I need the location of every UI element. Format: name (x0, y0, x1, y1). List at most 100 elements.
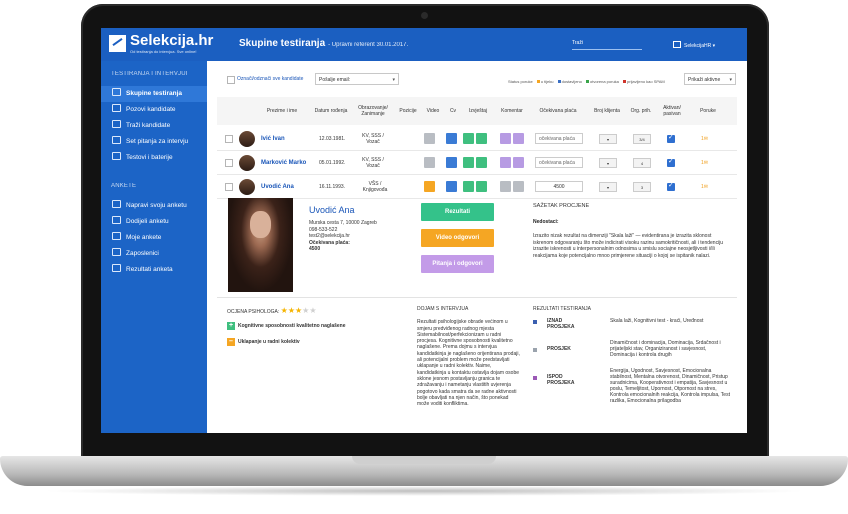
select-all-checkbox[interactable] (227, 76, 235, 84)
plus-icon: + (227, 322, 235, 330)
avatar (239, 178, 255, 195)
row-checkbox[interactable] (225, 134, 233, 143)
user-icon (673, 41, 681, 48)
candidate-edu: KV, SSS / Vozač (362, 156, 384, 169)
comment-icon[interactable] (500, 181, 511, 192)
sidebar-item-testovi[interactable]: Testovi i baterije (101, 150, 207, 166)
comment-edit-icon[interactable] (513, 157, 524, 168)
comment-icon[interactable] (500, 133, 511, 144)
sidebar-item-label: Rezultati anketa (126, 266, 173, 273)
table-row[interactable]: Ivić Ivan 12.03.1981. KV, SSS / Vozač oč… (217, 127, 737, 151)
mail-icon[interactable]: ✉ (704, 136, 708, 142)
result-label: PROSJEK (547, 346, 571, 352)
top-bar: Selekcija.hr Od testiranja do intervjua.… (101, 28, 747, 61)
col-name[interactable]: Prezime i ime (255, 97, 309, 125)
rating-row: OCJENA PSIHOLOGA: ★★★★★ (227, 306, 317, 315)
table-row[interactable]: Uvodić Ana 16.11.1993. VŠS / Knjigovođa … (217, 175, 737, 199)
org-select[interactable]: 4 (633, 157, 651, 168)
sidebar-item-dodijeli-anketu[interactable]: Dodijeli anketu (101, 214, 207, 230)
video-icon[interactable] (424, 133, 435, 144)
candidate-name[interactable]: Ivić Ivan (261, 136, 285, 142)
rating-stars[interactable]: ★★★★★ (281, 306, 317, 315)
row-checkbox[interactable] (225, 158, 233, 167)
sidebar: TESTIRANJA I INTERVJUI Skupine testiranj… (101, 61, 207, 433)
evaluation-section: OCJENA PSIHOLOGA: ★★★★★ + Kognitivne spos… (217, 297, 737, 433)
send-email-select[interactable]: Pošalje email: (315, 73, 399, 86)
video-icon[interactable] (424, 157, 435, 168)
detail-name: Uvodić Ana (309, 205, 355, 215)
rating-label: OCJENA PSIHOLOGA: (227, 309, 280, 315)
sidebar-item-moje-ankete[interactable]: Moje ankete (101, 230, 207, 246)
active-checkbox[interactable] (667, 133, 675, 143)
table-row[interactable]: Marković Marko 05.01.1992. KV, SSS / Voz… (217, 151, 737, 175)
active-checkbox[interactable] (667, 181, 675, 191)
show-active-select[interactable]: Prikaži aktivne (684, 73, 736, 86)
cv-icon[interactable] (446, 157, 457, 168)
select-all-label[interactable]: Označi/odznači sve kandidate (237, 76, 303, 82)
search-input[interactable]: Traži (572, 40, 642, 50)
sidebar-item-pozovi[interactable]: Pozovi kandidate (101, 102, 207, 118)
legend-item: prijavljeno kao SPAM (627, 79, 665, 84)
sidebar-item-skupine[interactable]: Skupine testiranja (101, 86, 207, 102)
row-checkbox[interactable] (225, 182, 233, 191)
legend-item: otvorena poruka (590, 79, 619, 84)
salary-input[interactable]: 4500 (535, 181, 583, 192)
interview-impression: DOJAM S INTERVJUA Rezultati psihologijsk… (417, 306, 521, 407)
report-icon[interactable] (463, 133, 474, 144)
salary-input[interactable]: očekivana plaća (535, 157, 583, 168)
col-aktivan: Aktivan/ pasivan (663, 105, 681, 117)
mail-icon[interactable]: ✉ (704, 184, 708, 190)
minus-icon: – (227, 338, 235, 346)
comment-edit-icon[interactable] (513, 181, 524, 192)
report-grid-icon[interactable] (476, 133, 487, 144)
sidebar-item-zaposlenici[interactable]: Zaposlenici (101, 246, 207, 262)
org-select[interactable]: 3 (633, 181, 651, 192)
cv-icon[interactable] (446, 133, 457, 144)
questions-answers-button[interactable]: Pitanja i odgovori (421, 255, 494, 273)
salary-input[interactable]: očekivana plaća (535, 133, 583, 144)
video-answers-button[interactable]: Video odgovori (421, 229, 494, 247)
laptop-shadow (40, 486, 808, 496)
candidate-name[interactable]: Marković Marko (261, 160, 306, 166)
org-select[interactable]: 3/4 (633, 133, 651, 144)
sidebar-item-set-pitanja[interactable]: Set pitanja za intervju (101, 134, 207, 150)
page-title: Skupine testiranja - Upravni referent 30.… (239, 38, 408, 49)
col-org[interactable]: Org. prih. (627, 97, 655, 125)
client-select[interactable]: ▾ (599, 157, 617, 168)
logo-icon (109, 35, 126, 52)
table-header: Prezime i ime Datum rođenja Obrazovanje/… (217, 97, 737, 125)
col-pozicije: Pozicije (399, 108, 417, 114)
col-poruke: Poruke (700, 108, 716, 114)
detail-salary: 4500 (309, 246, 321, 252)
comment-edit-icon[interactable] (513, 133, 524, 144)
status-label: Status poruke (508, 79, 533, 84)
sidebar-item-napravi-anketu[interactable]: Napravi svoju anketu (101, 198, 207, 214)
client-select[interactable]: ▾ (599, 181, 617, 192)
page-subtitle: - Upravni referent 30.01.2017. (328, 42, 409, 48)
user-menu[interactable]: SelekcijaHR ▾ (673, 41, 715, 49)
col-edu[interactable]: Obrazovanje/ Zanimanje (353, 97, 393, 125)
report-icon[interactable] (463, 157, 474, 168)
col-dob[interactable]: Datum rođenja (311, 97, 351, 125)
report-icon[interactable] (463, 181, 474, 192)
report-grid-icon[interactable] (476, 181, 487, 192)
cv-icon[interactable] (446, 181, 457, 192)
client-select[interactable]: ▾ (599, 133, 617, 144)
mail-icon[interactable]: ✉ (704, 160, 708, 166)
sidebar-item-rezultati-anketa[interactable]: Rezultati anketa (101, 262, 207, 278)
active-checkbox[interactable] (667, 157, 675, 167)
results-button[interactable]: Rezultati (421, 203, 494, 221)
sidebar-item-label: Moje ankete (126, 234, 162, 241)
col-broj-klijenta[interactable]: Broj klijenta (589, 97, 625, 125)
sidebar-item-trazi[interactable]: Traži kandidate (101, 118, 207, 134)
summary-title: SAŽETAK PROCJENE (533, 203, 590, 209)
report-grid-icon[interactable] (476, 157, 487, 168)
app-screen: Selekcija.hr Od testiranja do intervjua.… (101, 28, 747, 433)
video-icon[interactable] (424, 181, 435, 192)
interview-title: DOJAM S INTERVJUA (417, 306, 469, 312)
result-average: PROSJEK Dinamičnost i dominacija, Domina… (533, 340, 733, 364)
candidate-name[interactable]: Uvodić Ana (261, 184, 294, 190)
laptop-notch (352, 456, 496, 464)
logo[interactable]: Selekcija.hr Od testiranja do intervjua.… (109, 32, 213, 57)
comment-icon[interactable] (500, 157, 511, 168)
